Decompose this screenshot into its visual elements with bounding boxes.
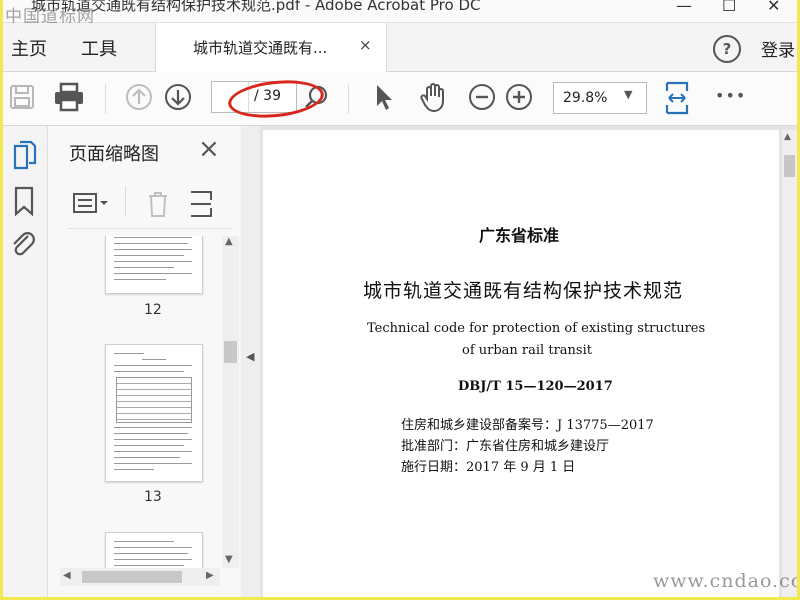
login-button[interactable]: 登录 (761, 36, 795, 61)
zoom-out-icon[interactable] (468, 83, 496, 111)
toolbar-separator (348, 84, 349, 114)
collapse-arrow-icon: ◀ (246, 350, 255, 363)
fit-width-icon[interactable] (663, 81, 691, 115)
thumbnail-number: 12 (144, 302, 162, 318)
thumbnail-page-12[interactable] (105, 236, 203, 294)
document-title-en-1: Technical code for protection of existin… (367, 321, 706, 336)
chevron-down-icon: ▼ (624, 88, 633, 101)
thumbnail-vertical-scrollbar[interactable]: ▲ ▼ (222, 236, 239, 568)
pdf-page: 广东省标准 城市轨道交通既有结构保护技术规范 Technical code fo… (263, 130, 779, 597)
scroll-up-icon[interactable]: ▲ (784, 132, 791, 142)
minimize-icon[interactable]: — (676, 0, 692, 15)
scrollbar-thumb[interactable] (82, 571, 182, 583)
left-rail (3, 126, 48, 597)
more-tools-icon[interactable]: ••• (715, 86, 746, 105)
tools-menu[interactable]: 工具 (81, 35, 117, 61)
trash-icon[interactable] (146, 190, 170, 218)
org-heading: 广东省标准 (479, 226, 560, 245)
thumbnail-page-13[interactable] (105, 344, 203, 482)
previous-page-icon[interactable] (125, 83, 153, 111)
scroll-up-icon[interactable]: ▲ (225, 236, 233, 247)
help-icon[interactable]: ? (713, 35, 741, 63)
document-title-en-2: of urban rail transit (462, 343, 592, 358)
approver: 批准部门：广东省住房和城乡建设厅 (401, 439, 610, 454)
zoom-select[interactable]: 29.8% ▼ (553, 82, 647, 114)
maximize-icon[interactable]: ☐ (722, 0, 736, 15)
document-tab-label: 城市轨道交通既有... (193, 39, 328, 57)
panel-title: 页面缩略图 (69, 144, 159, 165)
home-menu[interactable]: 主页 (11, 35, 47, 61)
watermark-bottom: www.cndao.com (653, 570, 797, 592)
record-number: 住房和城乡建设部备案号：J 13775—2017 (401, 418, 654, 433)
standard-code: DBJ/T 15—120—2017 (458, 379, 613, 394)
close-window-icon[interactable]: ✕ (767, 0, 780, 15)
document-tab[interactable]: 城市轨道交通既有... × (155, 23, 387, 72)
panel-toolbar-divider (68, 228, 233, 229)
scroll-right-icon[interactable]: ▶ (206, 570, 214, 581)
zoom-in-icon[interactable] (505, 83, 533, 111)
panel-separator (125, 186, 126, 216)
scrollbar-thumb[interactable] (224, 341, 237, 363)
thumbnail-number: 13 (144, 489, 162, 505)
scroll-down-icon[interactable]: ▼ (225, 554, 233, 565)
scroll-left-icon[interactable]: ◀ (63, 570, 71, 581)
close-tab-icon[interactable]: × (359, 36, 372, 54)
thumbnail-horizontal-scrollbar[interactable]: ◀ ▶ (60, 568, 220, 586)
document-viewer: 广东省标准 城市轨道交通既有结构保护技术规范 Technical code fo… (260, 126, 797, 597)
panel-collapse-handle[interactable]: ◀ (241, 126, 260, 597)
effective-date: 施行日期：2017 年 9 月 1 日 (401, 460, 576, 475)
attachments-icon[interactable] (10, 230, 38, 260)
toolbar-separator (105, 84, 106, 114)
document-vertical-scrollbar[interactable]: ▲ (782, 130, 797, 597)
page-layout-icon[interactable] (188, 190, 214, 218)
thumbnail-options-icon[interactable] (72, 192, 112, 216)
page-thumbnails-icon[interactable] (11, 140, 37, 170)
print-icon[interactable] (53, 82, 85, 112)
document-title-cn: 城市轨道交通既有结构保护技术规范 (363, 280, 684, 302)
menu-tab-bar: 主页 工具 城市轨道交通既有... × ? 登录 (3, 23, 797, 72)
title-bar: 城市轨道交通既有结构保护技术规范.pdf - Adobe Acrobat Pro… (3, 0, 797, 27)
scrollbar-thumb[interactable] (784, 155, 795, 177)
close-panel-icon[interactable]: × (198, 134, 220, 164)
thumbnail-list: 12 13 (48, 236, 223, 568)
toolbar: / 39 29.8% ▼ ••• (3, 72, 797, 126)
bookmarks-icon[interactable] (13, 186, 35, 216)
next-page-icon[interactable] (164, 83, 192, 111)
zoom-value: 29.8% (563, 90, 608, 106)
thumbnails-panel: 页面缩略图 × 12 13 ▲ ▼ ◀ ▶ (48, 126, 241, 597)
acrobat-window: 城市轨道交通既有结构保护技术规范.pdf - Adobe Acrobat Pro… (3, 0, 797, 597)
thumbnail-page-14[interactable] (105, 532, 203, 568)
hand-tool-icon[interactable] (418, 81, 450, 113)
save-icon[interactable] (9, 84, 35, 110)
window-title: 城市轨道交通既有结构保护技术规范.pdf - Adobe Acrobat Pro… (31, 0, 481, 14)
select-cursor-icon[interactable] (373, 82, 395, 112)
